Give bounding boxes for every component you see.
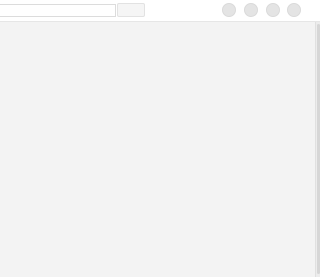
circle-action-button-2[interactable] xyxy=(244,3,258,17)
app-window xyxy=(0,0,320,277)
circle-action-button-3[interactable] xyxy=(266,3,280,17)
top-toolbar xyxy=(0,0,320,22)
search-input[interactable] xyxy=(0,4,116,17)
search-button[interactable] xyxy=(117,3,145,17)
vertical-scrollbar[interactable] xyxy=(315,22,320,277)
circle-action-button-1[interactable] xyxy=(222,3,236,17)
content-area xyxy=(0,22,315,277)
circle-action-button-4[interactable] xyxy=(287,3,301,17)
